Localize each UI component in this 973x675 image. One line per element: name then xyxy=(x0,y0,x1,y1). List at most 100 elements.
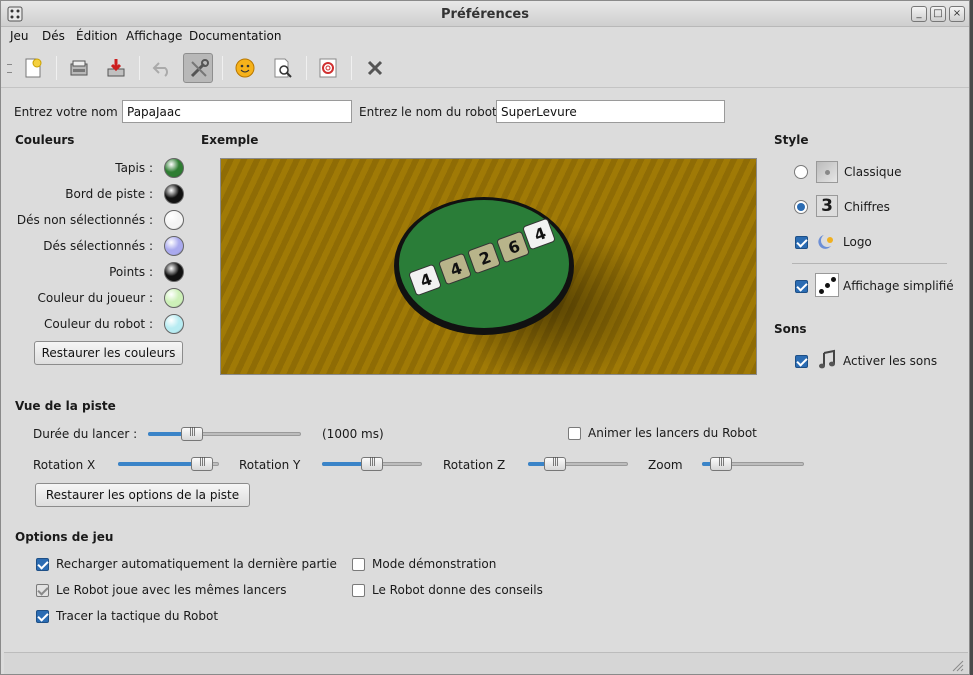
simplified-display-checkbox[interactable] xyxy=(795,280,808,293)
rotation-x-slider[interactable] xyxy=(118,457,219,471)
color-label: Tapis : xyxy=(115,161,153,175)
couleurs-heading: Couleurs xyxy=(15,133,75,147)
toolbar-separator xyxy=(56,56,57,80)
search-icon xyxy=(274,58,292,78)
game-option-checkbox[interactable] xyxy=(36,610,49,623)
close-button[interactable]: × xyxy=(949,6,965,22)
color-swatch-button[interactable] xyxy=(164,184,184,204)
maximize-button[interactable]: □ xyxy=(930,6,946,22)
undo-icon xyxy=(152,62,168,77)
smiley-icon xyxy=(235,58,255,78)
enable-sounds-label: Activer les sons xyxy=(843,354,938,368)
slider-thumb[interactable] xyxy=(710,457,732,471)
new-game-button[interactable] xyxy=(18,53,48,83)
track-preview: 44264 xyxy=(220,158,757,375)
color-label: Points : xyxy=(109,265,153,279)
new-game-icon xyxy=(25,58,42,78)
color-label: Couleur du joueur : xyxy=(37,291,154,305)
rotation-z-slider[interactable] xyxy=(528,457,628,471)
color-swatch-button[interactable] xyxy=(164,236,184,256)
animate-robot-checkbox[interactable] xyxy=(568,427,581,440)
classique-dice-icon xyxy=(816,161,838,183)
style-chiffres-label: Chiffres xyxy=(844,200,890,214)
vue-piste-heading: Vue de la piste xyxy=(15,399,116,413)
game-option-label: Tracer la tactique du Robot xyxy=(56,609,219,623)
enable-sounds-checkbox[interactable] xyxy=(795,355,808,368)
slider-thumb[interactable] xyxy=(544,457,566,471)
color-swatch-button[interactable] xyxy=(164,314,184,334)
game-option-label: Mode démonstration xyxy=(372,557,497,571)
throw-duration-label: Durée du lancer : xyxy=(33,427,138,441)
toolbar xyxy=(1,50,969,88)
simplified-dice-icon xyxy=(815,273,839,297)
status-bar xyxy=(4,652,968,674)
save-button[interactable] xyxy=(101,53,131,83)
logo-label: Logo xyxy=(843,235,872,249)
style-classique-radio[interactable] xyxy=(794,165,808,179)
style-separator xyxy=(792,263,947,264)
robot-name-field[interactable] xyxy=(496,100,725,123)
color-swatch-button[interactable] xyxy=(164,262,184,282)
quit-button[interactable] xyxy=(360,53,390,83)
options-heading: Options de jeu xyxy=(15,530,114,544)
rotation-z-label: Rotation Z xyxy=(443,458,506,472)
game-option-label: Recharger automatiquement la dernière pa… xyxy=(56,557,337,571)
menu-bar: Jeu Dés Édition Affichage Documentation xyxy=(1,27,969,49)
search-button[interactable] xyxy=(268,53,298,83)
game-option-checkbox[interactable] xyxy=(352,558,365,571)
undo-button[interactable] xyxy=(147,53,177,83)
style-chiffres-radio[interactable] xyxy=(794,200,808,214)
rotation-x-label: Rotation X xyxy=(33,458,96,472)
zoom-label: Zoom xyxy=(648,458,683,472)
help-button[interactable] xyxy=(313,53,343,83)
menu-edition[interactable]: Édition xyxy=(76,29,118,43)
slider-thumb[interactable] xyxy=(361,457,383,471)
window-title: Préférences xyxy=(441,7,529,22)
slider-thumb[interactable] xyxy=(191,457,213,471)
track-preview-canvas: 44264 xyxy=(394,197,656,374)
animate-robot-label: Animer les lancers du Robot xyxy=(588,426,757,440)
menu-affichage[interactable]: Affichage xyxy=(126,29,182,43)
help-icon xyxy=(319,58,337,78)
quit-icon xyxy=(367,60,383,76)
music-note-icon xyxy=(819,349,835,369)
game-option-label: Le Robot joue avec les mêmes lancers xyxy=(56,583,287,597)
open-icon xyxy=(70,60,88,76)
color-swatch-button[interactable] xyxy=(164,288,184,308)
menu-documentation[interactable]: Documentation xyxy=(189,29,282,43)
game-option-checkbox[interactable] xyxy=(36,558,49,571)
color-swatch-button[interactable] xyxy=(164,158,184,178)
zoom-slider[interactable] xyxy=(702,457,804,471)
exemple-heading: Exemple xyxy=(201,133,259,147)
sons-heading: Sons xyxy=(774,322,807,336)
save-icon xyxy=(107,59,125,77)
rotation-y-slider[interactable] xyxy=(322,457,422,471)
color-swatch-button[interactable] xyxy=(164,210,184,230)
open-button[interactable] xyxy=(64,53,94,83)
logo-checkbox[interactable] xyxy=(795,236,808,249)
toolbar-separator xyxy=(351,56,352,80)
toolbar-separator xyxy=(222,56,223,80)
throw-duration-value: (1000 ms) xyxy=(322,427,384,441)
reset-colors-button[interactable]: Restaurer les couleurs xyxy=(34,341,183,365)
game-option-checkbox[interactable] xyxy=(36,584,49,597)
toolbar-separator xyxy=(139,56,140,80)
smiley-button[interactable] xyxy=(230,53,260,83)
game-option-checkbox[interactable] xyxy=(352,584,365,597)
player-name-label: Entrez votre nom : xyxy=(14,105,126,119)
resize-grip-icon[interactable] xyxy=(952,660,964,672)
color-label: Couleur du robot : xyxy=(44,317,153,331)
chiffres-dice-icon: 3 xyxy=(816,195,838,217)
menu-des[interactable]: Dés xyxy=(42,29,65,43)
menu-jeu[interactable]: Jeu xyxy=(10,29,29,43)
style-heading: Style xyxy=(774,133,809,147)
simplified-display-label: Affichage simplifié xyxy=(843,279,954,293)
slider-thumb[interactable] xyxy=(181,427,203,441)
preferences-icon xyxy=(190,59,209,78)
reset-track-button[interactable]: Restaurer les options de la piste xyxy=(35,483,250,507)
toolbar-grip[interactable] xyxy=(7,64,12,73)
minimize-button[interactable]: _ xyxy=(911,6,927,22)
throw-duration-slider[interactable] xyxy=(148,427,301,441)
player-name-field[interactable] xyxy=(122,100,352,123)
preferences-button[interactable] xyxy=(183,53,213,83)
